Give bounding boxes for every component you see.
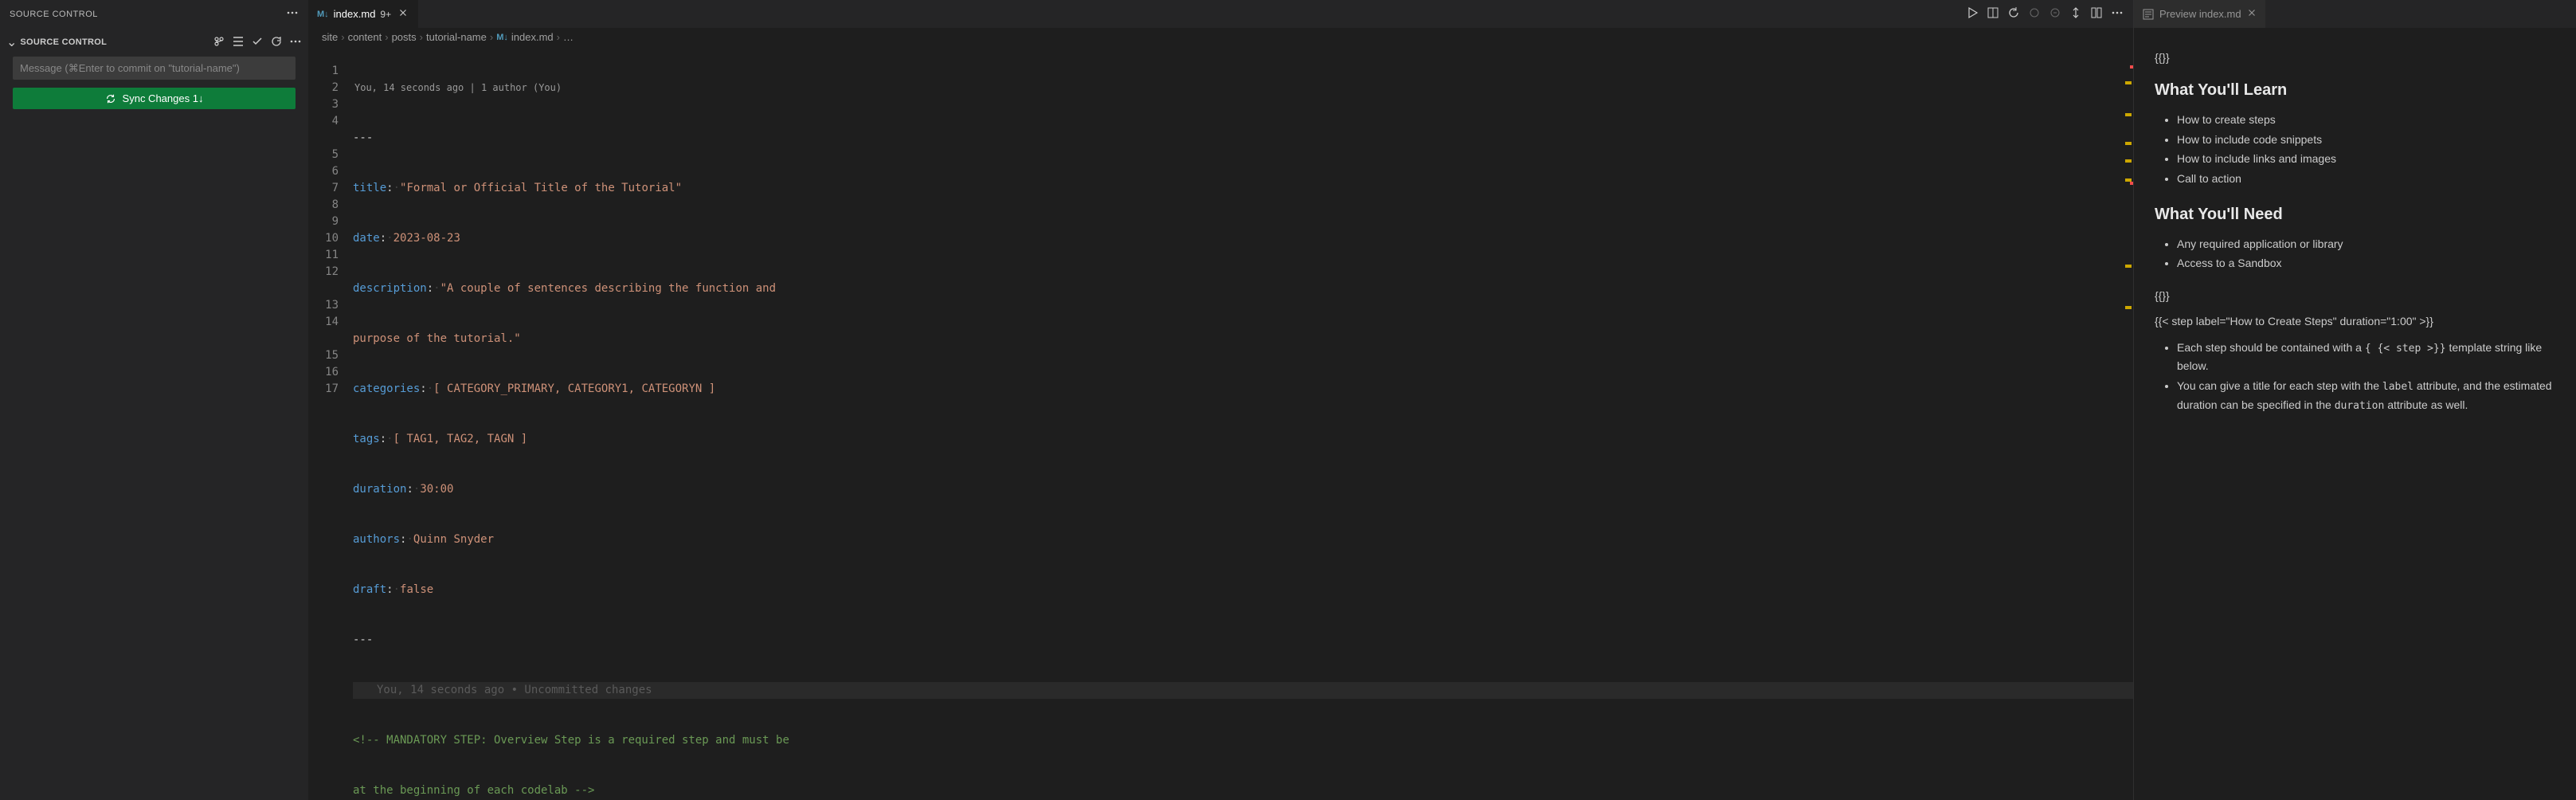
sidebar-title: SOURCE CONTROL: [10, 10, 98, 19]
markdown-icon: M↓: [317, 10, 329, 19]
list-item: You can give a title for each step with …: [2177, 377, 2555, 415]
preview-text: {{}}: [2155, 287, 2555, 304]
diff-icon[interactable]: [2069, 6, 2082, 22]
codelens[interactable]: You, 14 seconds ago | 1 author (You): [353, 80, 2133, 96]
markdown-icon: M↓: [496, 33, 508, 42]
editor[interactable]: 1 2 3 4 . 5 6 7 8 9 10 11 12 . 13 14 . 1…: [309, 46, 2133, 800]
preview-heading: What You'll Need: [2155, 202, 2555, 227]
scm-section-title: SOURCE CONTROL: [20, 37, 209, 47]
inline-blame: You, 14 seconds ago • Uncommitted change…: [353, 684, 652, 696]
tab-preview[interactable]: Preview index.md: [2134, 0, 2265, 28]
overview-ruler[interactable]: [2122, 46, 2133, 800]
editor-actions: [1966, 6, 2133, 22]
sync-label: Sync Changes 1↓: [123, 92, 204, 104]
check-icon[interactable]: [251, 35, 264, 50]
tab-index-md[interactable]: M↓ index.md 9+: [309, 0, 419, 28]
breadcrumb-part[interactable]: posts: [392, 31, 417, 43]
list-item: How to include links and images: [2177, 150, 2555, 167]
chevron-down-icon: ⌄: [6, 34, 17, 50]
preview-pane: Preview index.md {{}} What You'll Learn …: [2133, 0, 2576, 800]
preview-heading: What You'll Learn: [2155, 77, 2555, 103]
tab-modified-count: 9+: [380, 9, 391, 20]
split-editor-icon[interactable]: [2090, 6, 2103, 22]
more-icon[interactable]: [289, 35, 302, 50]
breadcrumb-part[interactable]: tutorial-name: [426, 31, 487, 43]
scm-section: ⌄ SOURCE CONTROL Sync Changes 1↓: [0, 28, 308, 117]
list-item: Access to a Sandbox: [2177, 254, 2555, 272]
breadcrumb-file[interactable]: index.md: [511, 31, 554, 43]
breadcrumb[interactable]: site› content› posts› tutorial-name› M↓ …: [309, 28, 2133, 46]
prev-change-icon[interactable]: [2028, 6, 2041, 22]
preview-content[interactable]: {{}} What You'll Learn How to create ste…: [2134, 28, 2576, 441]
source-control-sidebar: SOURCE CONTROL ⌄ SOURCE CONTROL Sync Cha…: [0, 0, 309, 800]
line-numbers: 1 2 3 4 . 5 6 7 8 9 10 11 12 . 13 14 . 1…: [309, 46, 353, 800]
sync-changes-button[interactable]: Sync Changes 1↓: [13, 88, 296, 109]
preview-list: Each step should be contained with a { {…: [2155, 339, 2555, 415]
close-icon[interactable]: [396, 6, 410, 22]
preview-list: Any required application or library Acce…: [2155, 235, 2555, 273]
split-preview-icon[interactable]: [1987, 6, 1999, 22]
list-item: Any required application or library: [2177, 235, 2555, 253]
branch-icon[interactable]: [213, 35, 225, 50]
revert-icon[interactable]: [2007, 6, 2020, 22]
refresh-icon[interactable]: [270, 35, 283, 50]
scm-header[interactable]: ⌄ SOURCE CONTROL: [6, 31, 302, 53]
more-icon[interactable]: [2111, 6, 2124, 22]
preview-text: {{}}: [2155, 49, 2555, 66]
breadcrumb-part[interactable]: site: [322, 31, 338, 43]
preview-text: {{< step label="How to Create Steps" dur…: [2155, 312, 2555, 330]
breadcrumb-part[interactable]: content: [348, 31, 382, 43]
list-item: Call to action: [2177, 170, 2555, 187]
breadcrumb-trailing: …: [563, 31, 574, 43]
list-item: Each step should be contained with a { {…: [2177, 339, 2555, 375]
list-icon[interactable]: [232, 35, 245, 50]
list-item: How to include code snippets: [2177, 131, 2555, 148]
next-change-icon[interactable]: [2049, 6, 2061, 22]
editor-group: M↓ index.md 9+ site› content› posts› tut…: [309, 0, 2133, 800]
more-icon[interactable]: [286, 6, 299, 22]
tabs-bar: M↓ index.md 9+: [309, 0, 2133, 28]
preview-tab-title: Preview index.md: [2159, 8, 2241, 20]
code-area[interactable]: You, 14 seconds ago | 1 author (You) ---…: [353, 46, 2133, 800]
preview-list: How to create steps How to include code …: [2155, 111, 2555, 187]
commit-message-input[interactable]: [13, 57, 296, 80]
sidebar-header: SOURCE CONTROL: [0, 0, 308, 28]
run-icon[interactable]: [1966, 6, 1979, 22]
close-icon[interactable]: [2246, 7, 2257, 21]
list-item: How to create steps: [2177, 111, 2555, 128]
preview-tabs: Preview index.md: [2134, 0, 2576, 28]
tab-filename: index.md: [334, 8, 376, 20]
